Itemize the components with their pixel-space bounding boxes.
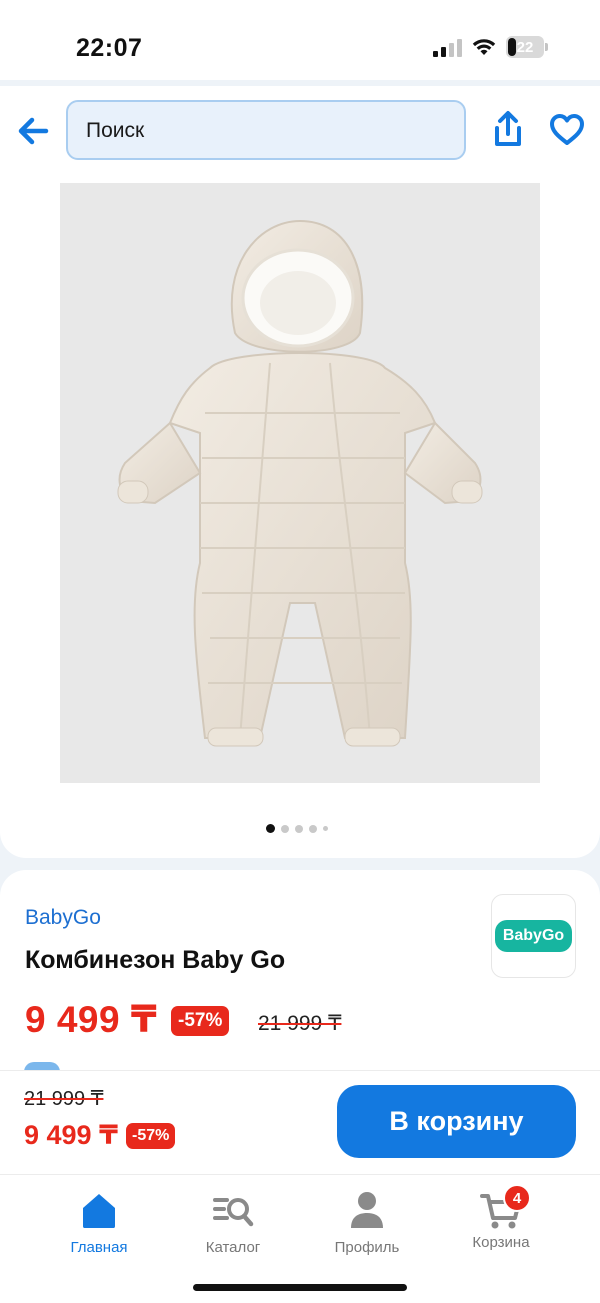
status-icons: 22 — [433, 36, 548, 58]
home-icon — [83, 1194, 115, 1228]
tab-profile[interactable]: Профиль — [312, 1188, 422, 1256]
buy-bar-price: 9 499 ₸ — [24, 1120, 118, 1150]
profile-icon — [351, 1192, 383, 1228]
gallery-dot[interactable] — [295, 824, 303, 833]
tab-label: Профиль — [334, 1239, 400, 1256]
tab-cart[interactable]: 4 Корзина — [446, 1184, 556, 1251]
search-input[interactable]: Поиск — [66, 100, 466, 160]
status-bar: 22:07 22 — [0, 0, 600, 80]
tab-label: Главная — [70, 1239, 128, 1256]
jumpsuit-illustration — [117, 219, 483, 747]
brand-logo[interactable]: BabyGo — [491, 894, 576, 978]
cart-count-badge: 4 — [503, 1184, 531, 1212]
search-placeholder: Поиск — [86, 119, 145, 142]
tab-label: Каталог — [205, 1239, 261, 1256]
tab-catalog[interactable]: Каталог — [178, 1188, 288, 1256]
gallery-dot[interactable] — [281, 824, 289, 833]
product-image[interactable] — [60, 183, 540, 783]
wifi-icon — [472, 39, 496, 55]
gallery-dot-active[interactable] — [266, 824, 275, 833]
cart-icon-wrap: 4 — [479, 1184, 531, 1232]
battery-level: 22 — [516, 38, 534, 56]
back-arrow-icon[interactable] — [14, 112, 52, 150]
buy-bar-old-price: 21 999 ₸ — [24, 1088, 104, 1110]
tab-home[interactable]: Главная — [44, 1188, 154, 1256]
share-icon[interactable] — [490, 110, 526, 150]
current-price: 9 499 ₸ — [25, 999, 158, 1040]
old-price: 21 999 ₸ — [258, 1012, 342, 1035]
add-to-cart-button[interactable]: В корзину — [337, 1085, 576, 1158]
buy-bar-discount-badge: -57% — [126, 1123, 176, 1149]
battery-icon: 22 — [506, 36, 548, 58]
heart-icon[interactable] — [548, 112, 586, 148]
tab-label: Корзина — [472, 1234, 530, 1251]
brand-logo-text: BabyGo — [494, 920, 573, 952]
brand-link[interactable]: BabyGo — [25, 906, 101, 930]
signal-icon — [433, 37, 462, 57]
gallery-dot[interactable] — [309, 824, 317, 833]
gallery-pagination[interactable] — [266, 824, 328, 833]
catalog-search-icon — [213, 1198, 254, 1227]
discount-badge: -57% — [171, 1006, 230, 1036]
product-title: Комбинезон Baby Go — [25, 946, 286, 974]
home-indicator — [193, 1284, 407, 1291]
gallery-dot[interactable] — [323, 826, 328, 831]
status-time: 22:07 — [76, 34, 143, 62]
